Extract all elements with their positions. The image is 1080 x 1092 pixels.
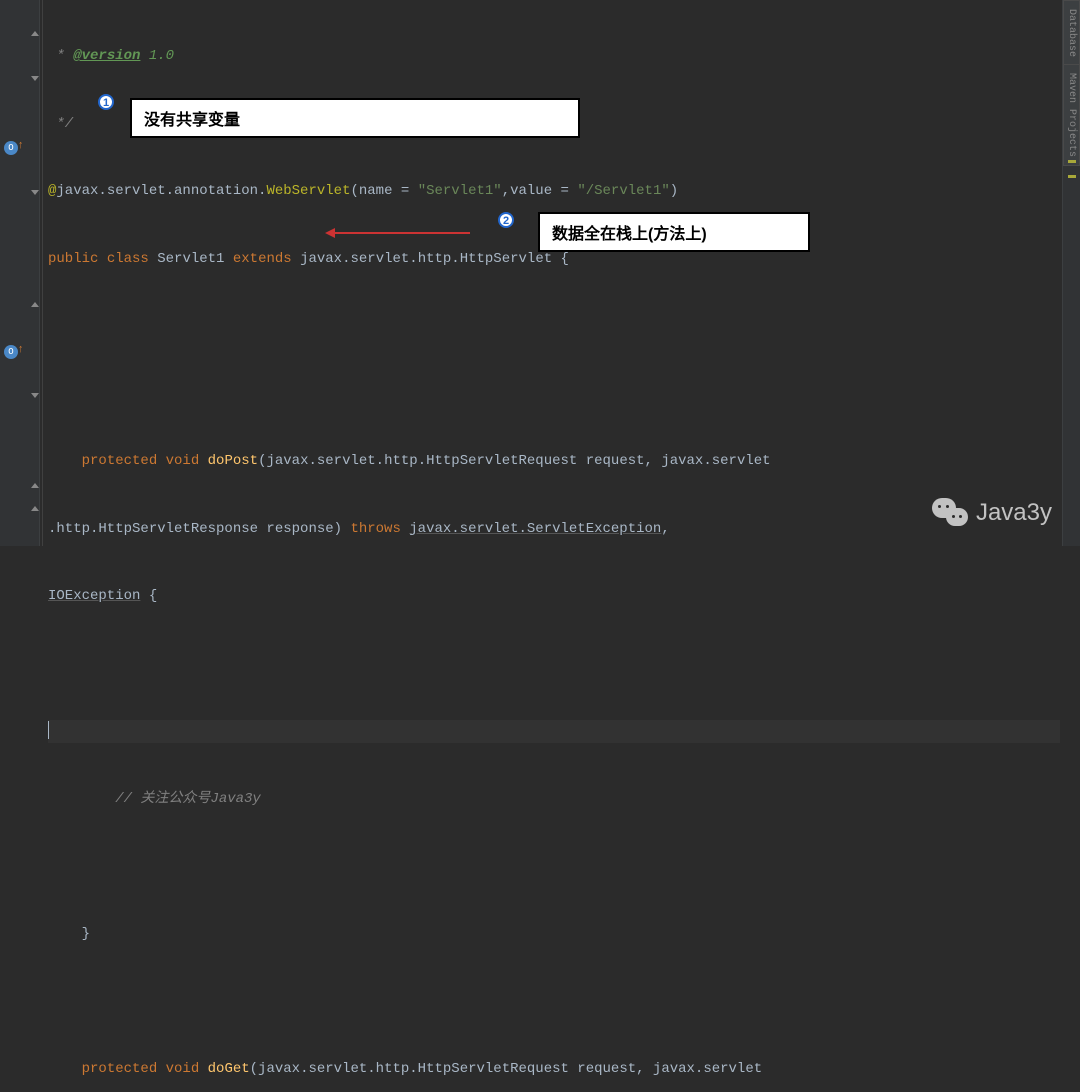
code-line: } <box>48 923 1060 946</box>
fold-icon[interactable] <box>30 73 40 83</box>
tool-window-tab-maven[interactable]: Maven Projects <box>1063 64 1080 166</box>
code-line: protected void doPost(javax.servlet.http… <box>48 450 1060 473</box>
watermark: Java3y <box>932 498 1052 528</box>
fold-icon[interactable] <box>30 187 40 197</box>
code-line <box>48 315 1060 338</box>
fold-icon[interactable] <box>30 299 40 309</box>
code-line: * @version 1.0 <box>48 45 1060 68</box>
fold-icon[interactable] <box>30 28 40 38</box>
tool-window-tab-database[interactable]: Database <box>1063 0 1080 66</box>
editor-gutter: O O <box>0 0 40 546</box>
callout-number-1: 1 <box>98 94 114 110</box>
callout-box-2: 数据全在栈上(方法上) <box>538 212 810 252</box>
fold-icon[interactable] <box>30 390 40 400</box>
code-line <box>48 383 1060 406</box>
right-gutter: Database Maven Projects <box>1062 0 1080 546</box>
override-marker-icon[interactable]: O <box>4 345 18 359</box>
code-line <box>48 653 1060 676</box>
watermark-text: Java3y <box>976 499 1052 527</box>
code-line <box>48 990 1060 1013</box>
fold-icon[interactable] <box>30 503 40 513</box>
warning-marker[interactable] <box>1068 160 1076 163</box>
gutter-divider <box>42 0 43 546</box>
code-line: // 关注公众号Java3y <box>48 788 1060 811</box>
code-editor[interactable]: * @version 1.0 */ @javax.servlet.annotat… <box>48 0 1060 546</box>
warning-marker[interactable] <box>1068 175 1076 178</box>
code-line: protected void doGet(javax.servlet.http.… <box>48 1058 1060 1081</box>
override-marker-icon[interactable]: O <box>4 141 18 155</box>
callout-number-2: 2 <box>498 212 514 228</box>
caret-line <box>48 720 1060 743</box>
wechat-icon <box>932 498 968 528</box>
text-caret <box>48 721 49 739</box>
code-line: @javax.servlet.annotation.WebServlet(nam… <box>48 180 1060 203</box>
code-line: IOException { <box>48 585 1060 608</box>
callout-box-1: 没有共享变量 <box>130 98 580 138</box>
fold-icon[interactable] <box>30 480 40 490</box>
code-line: .http.HttpServletResponse response) thro… <box>48 518 1060 541</box>
code-line <box>48 855 1060 878</box>
